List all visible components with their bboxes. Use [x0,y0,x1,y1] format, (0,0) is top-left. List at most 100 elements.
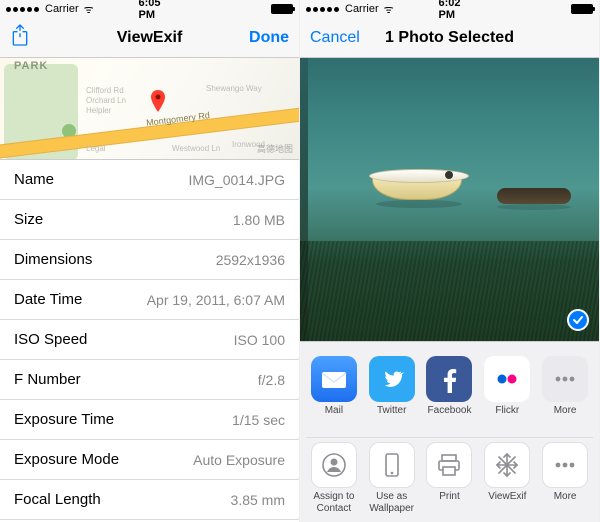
field-key: Date Time [14,291,82,308]
map-road [258,58,299,143]
done-button[interactable]: Done [249,29,289,47]
map-park-label: PARK [14,60,48,72]
signal-dot-icon [313,7,318,12]
field-key: Exposure Time [14,411,114,428]
map-street-label: Shewango Way [206,84,262,93]
facebook-icon [426,356,472,402]
photo-preview[interactable] [300,58,599,341]
mail-icon [311,356,357,402]
table-row: Exposure Mode Auto Exposure [0,440,299,480]
nav-bar: ViewExif Done [0,18,299,58]
map-pin-icon[interactable] [150,90,166,119]
map-view[interactable]: PARK Montgomery Rd Clifford Rd Orchard L… [0,58,299,160]
photo-boat [372,176,462,200]
cell-label: Flickr [495,405,519,427]
cell-label: Assign to Contact [308,491,360,514]
map-street-label: Westwood Ln [172,144,220,153]
signal-dot-icon [334,7,339,12]
cell-label: Use as Wallpaper [366,491,418,514]
field-value: f/2.8 [258,372,285,388]
share-twitter-button[interactable]: Twitter [366,356,418,427]
share-sheet-row-apps: Mail Twitter Facebook Flickr [306,352,593,438]
map-street-label: Helpler [86,106,111,115]
phone-viewexif: Carrier ᯤ 6:05 PM ViewExif Done PARK [0,0,300,522]
field-key: Dimensions [14,251,92,268]
signal-dot-icon [27,7,32,12]
field-value: 1/15 sec [232,412,285,428]
cell-label: Print [439,491,460,513]
signal-dot-icon [320,7,325,12]
wifi-icon: ᯤ [84,2,94,17]
cell-label: Mail [325,405,343,427]
map-provider-label: 高德地图 [257,142,293,155]
table-row: Focal Length3.85 mm [0,480,299,520]
table-row: Size 1.80 MB [0,200,299,240]
action-print-button[interactable]: Print [424,442,476,514]
page-title: 1 Photo Selected [385,29,514,47]
signal-dot-icon [20,7,25,12]
table-row: Dimensions 2592x1936 [0,240,299,280]
field-value: ISO 100 [234,332,285,348]
wifi-icon: ᯤ [384,2,394,17]
cell-label: Facebook [428,405,472,427]
photo-log [497,188,571,204]
twitter-icon [369,356,415,402]
table-row: Exposure Time 1/15 sec [0,400,299,440]
carrier-label: Carrier [45,3,79,15]
field-key: Name [14,171,54,188]
nav-bar: Cancel 1 Photo Selected [300,18,599,58]
signal-dot-icon [306,7,311,12]
field-value: 1.80 MB [233,212,285,228]
flickr-icon [484,356,530,402]
map-street-label: Clifford Rd [86,86,124,95]
table-row: Name IMG_0014.JPG [0,160,299,200]
selection-checkmark-icon[interactable] [567,309,589,331]
table-row: ISO Speed ISO 100 [0,320,299,360]
share-sheet-row-actions: Assign to Contact Use as Wallpaper Print… [306,438,593,514]
map-street-label: Orchard Ln [86,96,126,105]
snowflake-icon [484,442,530,488]
share-mail-button[interactable]: Mail [308,356,360,427]
exif-table: Name IMG_0014.JPG Size 1.80 MB Dimensions 2… [0,160,299,522]
share-button[interactable] [10,23,30,52]
cell-label: More [554,491,577,513]
printer-icon [426,442,472,488]
action-assign-contact-button[interactable]: Assign to Contact [308,442,360,514]
battery-icon [271,4,293,14]
status-bar: Carrier ᯤ 6:05 PM [0,0,299,18]
field-value: Apr 19, 2011, 6:07 AM [147,292,285,308]
action-more-button[interactable]: More [539,442,591,514]
cell-label: Twitter [377,405,406,427]
field-value: 2592x1936 [216,252,285,268]
share-flickr-button[interactable]: Flickr [481,356,533,427]
map-street-label: Legal [86,144,106,153]
cancel-button[interactable]: Cancel [310,29,360,47]
field-key: F Number [14,371,81,388]
signal-dot-icon [34,7,39,12]
action-viewexif-button[interactable]: ViewExif [481,442,533,514]
share-facebook-button[interactable]: Facebook [424,356,476,427]
more-icon [542,442,588,488]
phone-sharesheet: Carrier ᯤ 6:02 PM Cancel 1 Photo Selecte… [300,0,600,522]
contact-icon [311,442,357,488]
table-row: Date Time Apr 19, 2011, 6:07 AM [0,280,299,320]
share-more-apps-button[interactable]: More [539,356,591,427]
page-title: ViewExif [117,29,183,47]
field-value: Auto Exposure [193,452,285,468]
status-bar: Carrier ᯤ 6:02 PM [300,0,599,18]
field-key: Exposure Mode [14,451,119,468]
carrier-label: Carrier [345,3,379,15]
field-key: Focal Length [14,491,101,508]
field-value: IMG_0014.JPG [189,172,286,188]
more-icon [542,356,588,402]
action-wallpaper-button[interactable]: Use as Wallpaper [366,442,418,514]
field-key: Size [14,211,43,228]
phone-icon [369,442,415,488]
cell-label: More [554,405,577,427]
table-row: F Number f/2.8 [0,360,299,400]
battery-icon [571,4,593,14]
signal-dot-icon [6,7,11,12]
field-key: ISO Speed [14,331,87,348]
signal-dot-icon [327,7,332,12]
cell-label: ViewExif [488,491,526,513]
